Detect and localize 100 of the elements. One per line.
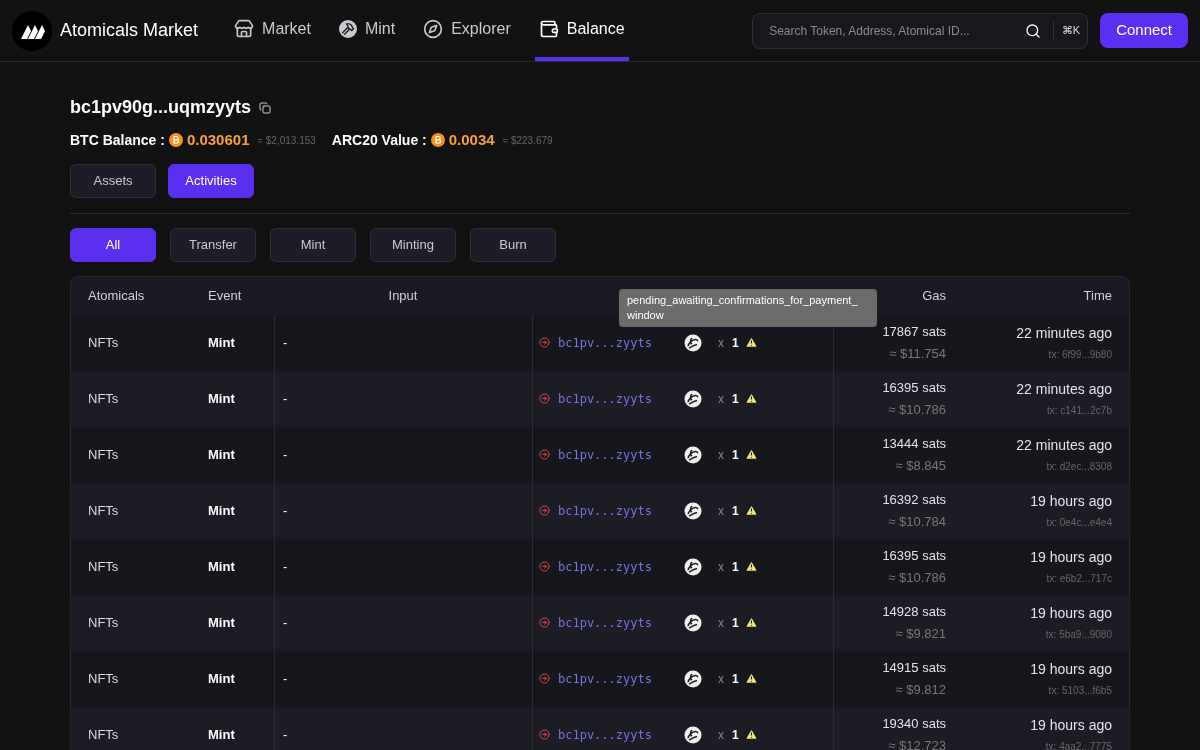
filter-button[interactable]: Transfer <box>170 227 256 262</box>
bitcoin-icon <box>168 133 183 148</box>
count: 1 <box>732 670 739 688</box>
address-link[interactable]: bc1pv...zyyts <box>558 389 684 408</box>
table-cell-text: NFTs <box>87 333 120 352</box>
table-cell-text: - <box>283 445 288 464</box>
logo-icon[interactable] <box>12 10 52 51</box>
search-icon[interactable] <box>1024 22 1041 39</box>
arrow-right-icon <box>539 337 550 348</box>
multiplier: x <box>718 558 724 576</box>
tx-hash: tx: 4aa2...7775 <box>1045 740 1112 750</box>
gas-sats: 19340 sats <box>882 714 946 733</box>
tx-hash: tx: 5ba9...9080 <box>1045 628 1112 642</box>
filter-button[interactable]: Mint <box>270 227 356 262</box>
table-cell-text: Mint <box>207 557 236 576</box>
count: 1 <box>732 446 739 464</box>
warning-icon <box>744 392 758 405</box>
bitcoin-icon <box>430 133 445 148</box>
table-cell-text: Mint <box>207 613 236 632</box>
store-icon <box>234 18 255 39</box>
warning-icon <box>744 728 758 741</box>
gas-usd: ≈ $9.821 <box>895 625 946 643</box>
arrow-right-icon <box>539 673 550 684</box>
wallet-address: bc1pv90g...uqmzyyts <box>70 96 252 119</box>
filter-button[interactable]: All <box>70 227 156 262</box>
arrow-right-icon <box>539 617 550 628</box>
copy-icon[interactable] <box>259 101 272 114</box>
brand-name: Atomicals Market <box>60 19 199 42</box>
spiral-icon <box>684 613 702 632</box>
tooltip: pending_awaiting_confirmations_for_payment_ window <box>619 288 877 327</box>
arrow-right-icon <box>539 729 550 740</box>
table-cell-text: NFTs <box>87 389 120 408</box>
multiplier: x <box>718 446 724 464</box>
tx-hash: tx: e6b2...717c <box>1046 572 1112 586</box>
count: 1 <box>732 390 739 408</box>
address-link[interactable]: bc1pv...zyyts <box>558 445 684 464</box>
address-link[interactable]: bc1pv...zyyts <box>558 333 684 352</box>
spiral-icon <box>684 389 702 408</box>
gas-sats: 13444 sats <box>882 434 946 453</box>
filter-button[interactable]: Minting <box>370 227 456 262</box>
multiplier: x <box>718 334 724 352</box>
gas-sats: 17867 sats <box>882 322 946 341</box>
warning-icon <box>744 504 758 517</box>
address-link[interactable]: bc1pv...zyyts <box>558 725 684 744</box>
warning-icon <box>744 672 758 685</box>
table-cell-text: - <box>283 333 288 352</box>
tx-hash: tx: 6f99...9b80 <box>1048 348 1112 362</box>
multiplier: x <box>718 726 724 744</box>
gas-usd: ≈ $11.754 <box>889 345 946 363</box>
time-ago: 19 hours ago <box>1030 660 1112 679</box>
spiral-icon <box>684 445 702 464</box>
table-cell-text: - <box>283 501 288 520</box>
warning-icon <box>744 560 758 573</box>
column-header: Event <box>207 286 243 305</box>
gas-sats: 16392 sats <box>882 490 946 509</box>
count: 1 <box>732 558 739 576</box>
arrow-right-icon <box>539 393 550 404</box>
nav-link[interactable]: Market <box>230 0 315 61</box>
address-link[interactable]: bc1pv...zyyts <box>558 613 684 632</box>
filter-button[interactable]: Burn <box>470 227 556 262</box>
time-ago: 19 hours ago <box>1030 604 1112 623</box>
arrow-right-icon <box>539 505 550 516</box>
table-cell-text: Mint <box>207 725 236 744</box>
address-link[interactable]: bc1pv...zyyts <box>558 557 684 576</box>
address-link[interactable]: bc1pv...zyyts <box>558 501 684 520</box>
table-cell-text: - <box>283 557 288 576</box>
multiplier: x <box>718 614 724 632</box>
gas-sats: 14915 sats <box>882 658 946 677</box>
tx-hash: tx: 0e4c...e4e4 <box>1046 516 1112 530</box>
balance-usd: ≈ $223.679 <box>502 133 553 148</box>
count: 1 <box>732 334 739 352</box>
spiral-icon <box>684 333 702 352</box>
address-link[interactable]: bc1pv...zyyts <box>558 669 684 688</box>
nav-link[interactable]: Mint <box>334 0 400 61</box>
time-ago: 22 minutes ago <box>1016 324 1112 343</box>
warning-icon <box>744 336 758 349</box>
nav-link[interactable]: Balance <box>534 0 629 61</box>
spiral-icon <box>684 725 702 744</box>
warning-icon <box>744 616 758 629</box>
balance-label: ARC20 Value : <box>331 130 427 150</box>
balance-value: 0.030601 <box>186 130 250 150</box>
nav-link[interactable]: Explorer <box>419 0 515 61</box>
gas-usd: ≈ $10.784 <box>888 513 946 531</box>
table-cell-text: Mint <box>207 389 236 408</box>
balance-usd: ≈ $2,013.153 <box>257 133 316 148</box>
tx-hash: tx: 5103...f6b5 <box>1048 684 1112 698</box>
table-cell-text: NFTs <box>87 501 120 520</box>
connect-button[interactable]: Connect <box>1100 13 1188 48</box>
table-cell-text: NFTs <box>87 613 120 632</box>
gas-sats: 16395 sats <box>882 378 946 397</box>
compass-icon <box>423 18 444 39</box>
tab[interactable]: Activities <box>168 163 254 198</box>
table-cell-text: Mint <box>207 501 236 520</box>
gas-sats: 16395 sats <box>882 546 946 565</box>
tab[interactable]: Assets <box>70 163 156 198</box>
time-ago: 22 minutes ago <box>1016 380 1112 399</box>
time-ago: 19 hours ago <box>1030 716 1112 735</box>
column-header: Atomicals <box>87 286 146 305</box>
count: 1 <box>732 726 739 744</box>
time-ago: 22 minutes ago <box>1016 436 1112 455</box>
